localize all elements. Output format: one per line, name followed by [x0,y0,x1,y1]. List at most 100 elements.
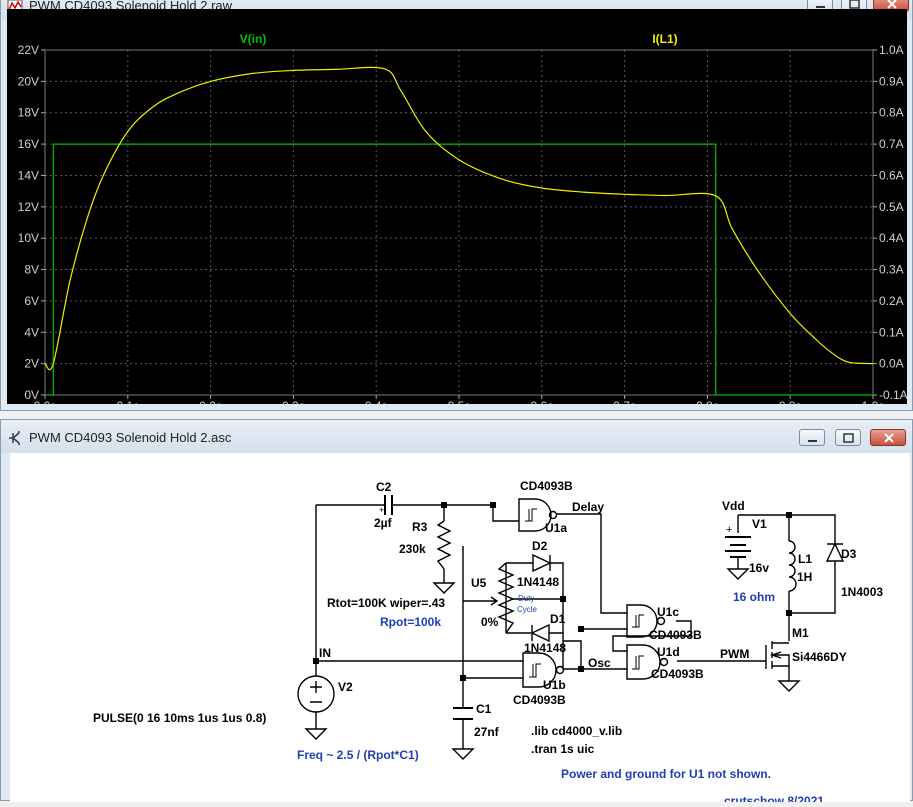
source-v2[interactable] [297,675,335,729]
y-right-tick-label: 0.4A [879,231,904,245]
label-d1-value: 1N4148 [524,641,566,655]
ground-r3 [432,582,456,594]
y-left-tick-label: 6V [24,294,39,308]
label-l1-resistance: 16 ohm [733,590,775,604]
waveform-plot[interactable]: 0.0s0.1s0.2s0.3s0.4s0.5s0.6s0.7s0.8s0.9s… [7,9,908,413]
ground-c1 [451,748,475,760]
y-right-tick-label: 0.2A [879,294,904,308]
y-right-tick-label: 0.6A [879,168,904,182]
label-v1-value: 16v [749,561,769,575]
plot-window: PWM CD4093 Solenoid Hold 2.raw 0.0s0.1s0… [0,0,913,413]
x-tick-label: 0.4s [365,399,388,404]
y-right-tick-label: 0.5A [879,200,904,214]
label-u1b: U1b [543,678,566,692]
y-left-tick-label: 8V [24,263,39,277]
x-tick-label: 0.8s [696,399,719,404]
schematic-restore-button[interactable] [835,429,861,446]
junction-u1a [490,502,496,508]
mosfet-m1[interactable] [765,641,790,669]
schematic-close-button[interactable] [870,429,906,446]
label-c1: C1 [476,702,492,716]
schematic-window-title: PWM CD4093 Solenoid Hold 2.asc [29,430,232,445]
y-right-tick-label: 0.8A [879,106,904,120]
junction-osc [578,626,584,632]
label-u1d: U1d [657,645,680,659]
label-rpot: Rpot=100k [380,615,441,629]
junction-r3 [441,502,447,508]
label-v2: V2 [338,680,353,694]
x-tick-label: 0.7s [613,399,636,404]
label-u1c: U1c [657,605,679,619]
series-il1-line[interactable] [44,66,874,371]
label-u1a: U1a [545,521,567,535]
y-left-tick-label: 14V [18,168,39,182]
svg-text:+: + [379,505,384,515]
label-m1-value: Si4466DY [792,650,847,664]
y-left-tick-label: 16V [18,137,39,151]
waveform-chart: 0.0s0.1s0.2s0.3s0.4s0.5s0.6s0.7s0.8s0.9s… [18,32,908,413]
axis-ticks: 0.0s0.1s0.2s0.3s0.4s0.5s0.6s0.7s0.8s0.9s… [18,43,908,413]
minimize-icon [808,440,817,442]
label-freq: Freq ~ 2.5 / (Rpot*C1) [297,748,419,762]
capacitor-c1[interactable] [453,707,473,720]
y-right-tick-label: 0.7A [879,137,904,151]
close-icon [884,433,894,443]
label-delay: Delay [572,500,604,514]
x-tick-label: 0.5s [448,399,471,404]
schematic-app-icon [9,431,20,445]
wire-c2-right[interactable] [392,504,519,522]
label-pct: 0% [481,615,499,629]
x-tick-label: 0.6s [530,399,553,404]
label-u1a-type: CD4093B [520,479,573,493]
junction-osc-out [578,666,584,672]
label-rtot: Rtot=100K wiper=.43 [327,596,445,610]
junction-drain [786,610,792,616]
label-d3: D3 [841,547,857,561]
capacitor-c2[interactable]: + [379,495,393,515]
directive-tran[interactable]: .tran 1s uic [531,742,595,756]
ground-v2 [304,728,328,740]
x-tick-label: 0.2s [199,399,222,404]
label-pwm: PWM [720,647,749,661]
label-vdd: Vdd [722,499,745,513]
label-d3-value: 1N4003 [841,585,883,599]
label-duty: Duty [518,594,534,603]
label-u1d-type: CD4093B [651,667,704,681]
diode-d1[interactable] [530,623,550,643]
svg-text:+: + [726,524,732,536]
label-in: IN [319,646,331,660]
grid [45,50,873,395]
trace-label-il1[interactable]: I(L1) [652,32,677,46]
y-left-tick-label: 2V [24,357,39,371]
x-tick-label: 0.3s [282,399,305,404]
y-right-tick-label: 0.3A [879,263,904,277]
label-osc: Osc [588,656,611,670]
y-left-tick-label: 10V [18,231,39,245]
directive-lib[interactable]: .lib cd4000_v.lib [531,724,622,738]
y-left-tick-label: 18V [18,106,39,120]
junction-c1 [460,675,466,681]
label-u5: U5 [471,576,487,590]
label-note: Power and ground for U1 not shown. [561,767,771,781]
label-u1c-type: CD4093B [649,628,702,642]
label-d2: D2 [532,539,548,553]
schematic-window: PWM CD4093 Solenoid Hold 2.asc + + C2 2µ… [0,419,913,807]
schematic-canvas[interactable]: + + C2 2µf R3 230k CD4093B U1a Delay D2 … [10,453,910,807]
y-right-tick-label: -0.1A [879,388,907,402]
wire-delay[interactable] [557,513,627,614]
label-u1b-type: CD4093B [513,693,566,707]
label-c2-value: 2µf [374,516,393,530]
schematic-minimize-button[interactable] [799,429,825,446]
y-left-tick-label: 0V [24,388,39,402]
diode-d2[interactable] [532,553,552,573]
label-l1: L1 [798,552,812,566]
label-l1-value: 1H [797,570,812,584]
label-d2-value: 1N4148 [517,575,559,589]
label-cycle: Cycle [517,605,538,614]
resistor-r3[interactable] [436,520,452,570]
label-v1: V1 [752,517,767,531]
label-pulse: PULSE(0 16 10ms 1us 1us 0.8) [93,711,266,725]
trace-label-vin[interactable]: V(in) [240,32,267,46]
label-m1: M1 [792,626,809,640]
inductor-l1[interactable] [788,540,797,592]
